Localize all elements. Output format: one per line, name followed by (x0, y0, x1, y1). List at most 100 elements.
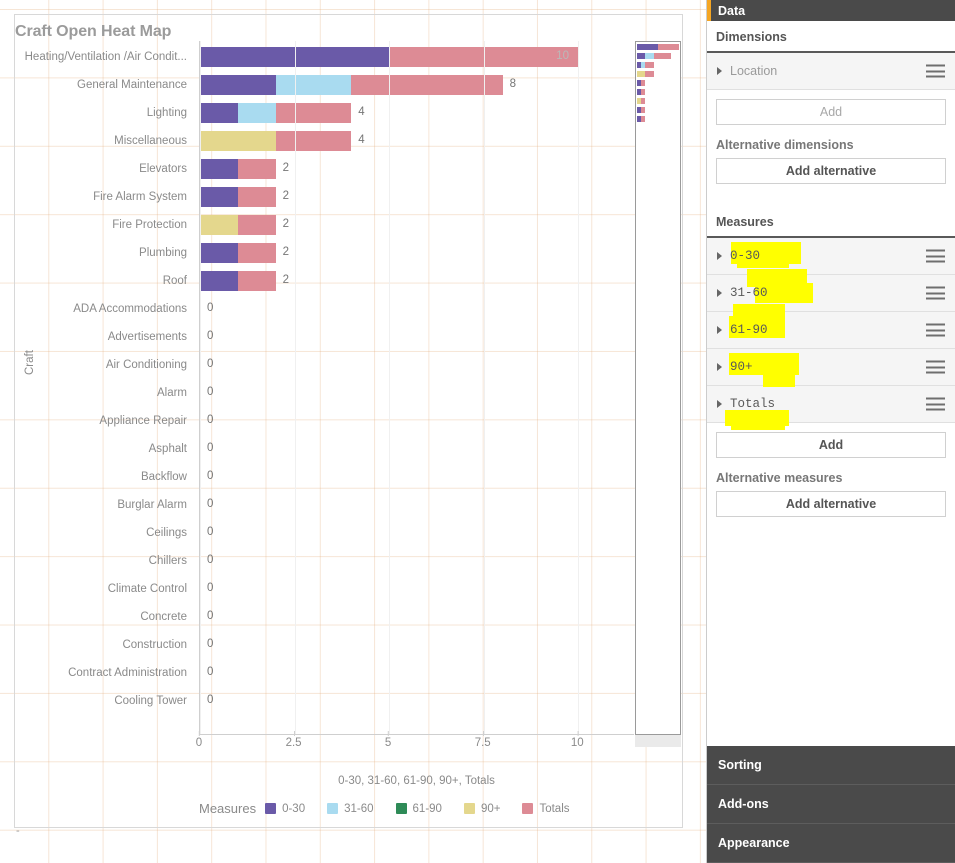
bar-row[interactable]: 0 (200, 547, 634, 575)
bar-row[interactable]: 4 (200, 127, 634, 155)
bar-segment-0-30[interactable] (200, 243, 238, 263)
legend-item-90-[interactable]: 90+ (463, 803, 500, 815)
field-menu-icon[interactable] (926, 64, 945, 78)
y-axis-label[interactable]: Ceilings (146, 519, 187, 547)
expand-caret-icon[interactable] (717, 400, 722, 408)
y-axis-label[interactable]: Heating/Ventilation /Air Condit... (25, 43, 187, 71)
legend-item-61-90[interactable]: 61-90 (395, 803, 442, 815)
panel-header-data[interactable]: Data (707, 0, 955, 21)
y-axis-label[interactable]: Backflow (141, 463, 187, 491)
expand-caret-icon[interactable] (717, 289, 722, 297)
panel-section-sorting[interactable]: Sorting (707, 746, 955, 785)
stacked-bar[interactable] (200, 215, 276, 235)
expand-caret-icon[interactable] (717, 363, 722, 371)
bar-row[interactable]: 0 (200, 379, 634, 407)
field-menu-icon[interactable] (926, 397, 945, 411)
expand-caret-icon[interactable] (717, 67, 722, 75)
bar-row[interactable]: 2 (200, 267, 634, 295)
bar-segment-0-30[interactable] (200, 75, 276, 95)
bar-row[interactable]: 8 (200, 71, 634, 99)
bar-row[interactable]: 0 (200, 463, 634, 491)
y-axis-label[interactable]: Plumbing (139, 239, 187, 267)
stacked-bar[interactable] (200, 131, 352, 151)
y-axis-label[interactable]: Chillers (149, 547, 187, 575)
y-axis-label[interactable]: Construction (122, 631, 187, 659)
bar-row[interactable]: 0 (200, 351, 634, 379)
stacked-bar[interactable] (200, 103, 352, 123)
legend-item-totals[interactable]: Totals (522, 803, 570, 815)
bar-segment-90-[interactable] (200, 215, 238, 235)
legend-item-31-60[interactable]: 31-60 (327, 803, 374, 815)
bar-row[interactable]: 0 (200, 491, 634, 519)
bar-row[interactable]: 0 (200, 295, 634, 323)
bar-row[interactable]: 2 (200, 155, 634, 183)
bar-row[interactable]: 0 (200, 575, 634, 603)
y-axis-label[interactable]: Air Conditioning (106, 351, 187, 379)
field-menu-icon[interactable] (926, 360, 945, 374)
y-axis-label[interactable]: Lighting (147, 99, 187, 127)
bar-row[interactable]: 0 (200, 659, 634, 687)
alt-dimensions-add-button[interactable]: Add alternative (716, 158, 946, 184)
measure-row-totals[interactable]: Totals (707, 386, 955, 430)
bar-segment-0-30[interactable] (200, 159, 238, 179)
y-axis-label[interactable]: Appliance Repair (99, 407, 187, 435)
stacked-bar[interactable] (200, 159, 276, 179)
y-axis-label[interactable]: General Maintenance (77, 71, 187, 99)
y-axis-label[interactable]: Cooling Tower (114, 687, 187, 715)
field-menu-icon[interactable] (926, 323, 945, 337)
dimension-row-location[interactable]: Location (707, 53, 955, 90)
y-axis-label[interactable]: Alarm (157, 379, 187, 407)
y-axis-label[interactable]: Asphalt (149, 435, 187, 463)
bar-row[interactable]: 0 (200, 323, 634, 351)
field-menu-icon[interactable] (926, 286, 945, 300)
measure-row-61-90[interactable]: 61-90 (707, 304, 955, 349)
bar-segment-totals[interactable] (237, 187, 276, 207)
expand-caret-icon[interactable] (717, 326, 722, 334)
y-axis-label[interactable]: Burglar Alarm (117, 491, 187, 519)
bar-row[interactable]: 0 (200, 603, 634, 631)
panel-section-add-ons[interactable]: Add-ons (707, 785, 955, 824)
dimensions-add-button[interactable]: Add (716, 99, 946, 125)
y-axis-label[interactable]: Miscellaneous (114, 127, 187, 155)
bar-segment-0-30[interactable] (200, 271, 238, 291)
bar-row[interactable]: 0 (200, 435, 634, 463)
measure-row-31-60[interactable]: 31-60 (707, 269, 955, 312)
bar-segment-totals[interactable] (237, 215, 276, 235)
bar-segment-31-60[interactable] (237, 103, 276, 123)
bar-segment-0-30[interactable] (200, 187, 238, 207)
stacked-bar[interactable] (200, 187, 276, 207)
measure-row-0-30[interactable]: 0-30 (707, 238, 955, 275)
bar-row[interactable]: 0 (200, 631, 634, 659)
measure-row-90-[interactable]: 90+ (707, 349, 955, 387)
alt-measures-add-button[interactable]: Add alternative (716, 491, 946, 517)
bar-row[interactable]: 2 (200, 211, 634, 239)
bar-row[interactable]: 2 (200, 183, 634, 211)
bar-segment-31-60[interactable] (275, 75, 352, 95)
bar-segment-0-30[interactable] (200, 103, 238, 123)
y-axis-label[interactable]: Contract Administration (68, 659, 187, 687)
measures-add-button[interactable]: Add (716, 432, 946, 458)
field-menu-icon[interactable] (926, 249, 945, 263)
y-axis-label[interactable]: Climate Control (108, 575, 187, 603)
expand-caret-icon[interactable] (717, 252, 722, 260)
y-axis-label[interactable]: Fire Alarm System (93, 183, 187, 211)
bar-segment-90-[interactable] (200, 131, 276, 151)
legend-item-0-30[interactable]: 0-30 (265, 803, 305, 815)
y-axis-label[interactable]: Roof (163, 267, 187, 295)
bar-row[interactable]: 2 (200, 239, 634, 267)
bar-row[interactable]: 0 (200, 687, 634, 715)
chart-minimap-scrollbar[interactable] (635, 41, 681, 735)
panel-section-appearance[interactable]: Appearance (707, 824, 955, 863)
stacked-bar[interactable] (200, 271, 276, 291)
bar-row[interactable]: 10 (200, 43, 634, 71)
y-axis-label[interactable]: Elevators (139, 155, 187, 183)
bar-segment-totals[interactable] (237, 271, 276, 291)
y-axis-label[interactable]: Fire Protection (112, 211, 187, 239)
bar-segment-totals[interactable] (237, 159, 276, 179)
bar-segment-totals[interactable] (275, 103, 352, 123)
bar-row[interactable]: 0 (200, 407, 634, 435)
bar-row[interactable]: 4 (200, 99, 634, 127)
stacked-bar[interactable] (200, 243, 276, 263)
y-axis-label[interactable]: Concrete (140, 603, 187, 631)
y-axis-label[interactable]: Advertisements (108, 323, 187, 351)
